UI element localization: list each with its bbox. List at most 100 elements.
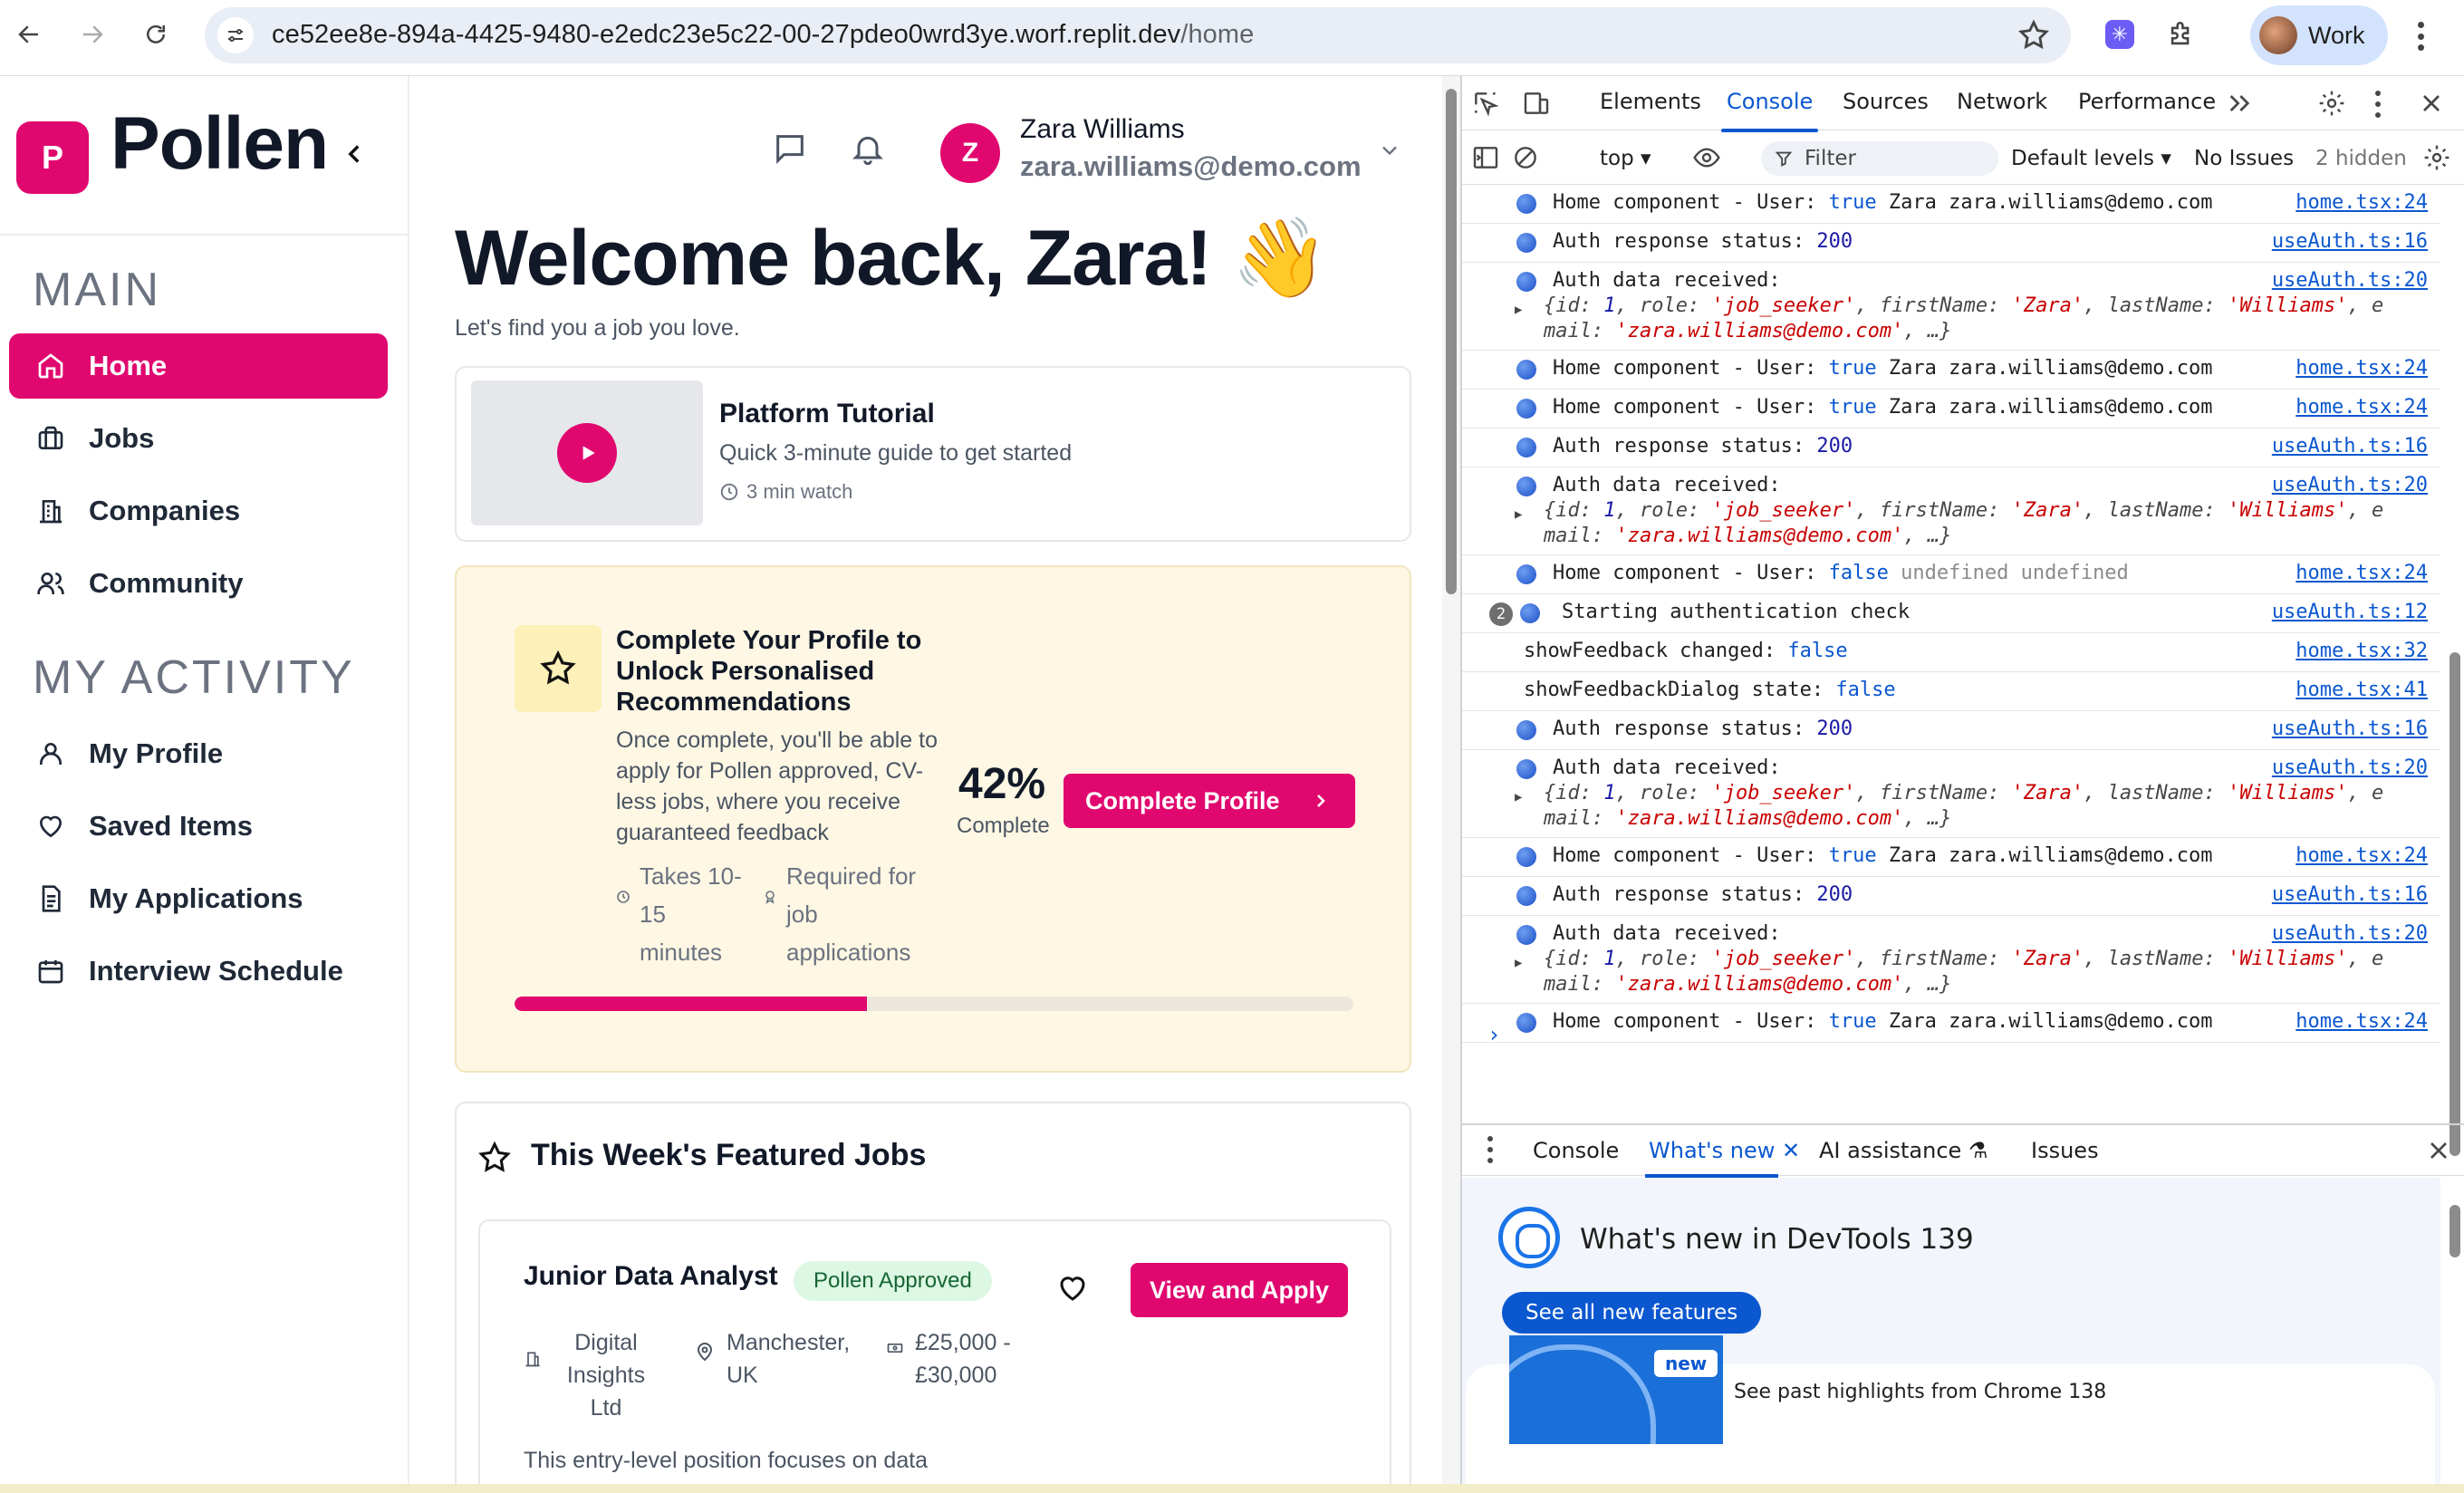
sidebar-item-community[interactable]: Community — [9, 551, 388, 616]
drawer-menu-icon[interactable] — [1487, 1136, 1495, 1163]
log-source-link[interactable]: home.tsx:32 — [2296, 639, 2428, 664]
user-name[interactable]: Zara Williams — [1020, 114, 1185, 145]
url-text[interactable]: ce52ee8e-894a-4425-9480-e2edc23e5c22-00-… — [272, 20, 1254, 50]
sidebar-item-saved-items[interactable]: Saved Items — [9, 794, 388, 859]
video-thumbnail[interactable] — [471, 380, 703, 525]
log-source-link[interactable]: home.tsx:41 — [2296, 678, 2428, 703]
back-arrow-icon[interactable] — [7, 13, 51, 56]
console-settings-icon[interactable] — [2422, 143, 2451, 172]
log-source-link[interactable]: useAuth.ts:12 — [2272, 600, 2428, 625]
tab-elements[interactable]: Elements — [1600, 89, 1701, 114]
tutorial-card[interactable]: Platform Tutorial Quick 3-minute guide t… — [455, 366, 1411, 542]
profile-button[interactable]: Work — [2250, 5, 2388, 65]
log-source-link[interactable]: useAuth.ts:20 — [2272, 756, 2428, 781]
highlight-thumbnail[interactable]: new — [1509, 1335, 1723, 1444]
log-object-preview[interactable]: {id: 1, role: 'job_seeker', firstName: '… — [1515, 498, 2440, 527]
chevron-down-icon[interactable] — [1377, 138, 1402, 163]
play-icon[interactable] — [557, 423, 617, 483]
log-source-link[interactable]: home.tsx:24 — [2296, 1009, 2428, 1035]
highlight-link[interactable]: See past highlights from Chrome 138 — [1734, 1381, 2106, 1403]
drawer-tab-ai-assistance[interactable]: AI assistance ⚗ — [1819, 1138, 1988, 1163]
featured-jobs-card: This Week's Featured Jobs Junior Data An… — [455, 1102, 1411, 1484]
drawer-scrollbar[interactable] — [2444, 1178, 2464, 1486]
sidebar-item-home[interactable]: Home — [9, 333, 388, 399]
drawer-tab-whats-new[interactable]: What's new ✕ — [1644, 1138, 1800, 1178]
log-source-link[interactable]: useAuth.ts:16 — [2272, 717, 2428, 742]
log-source-link[interactable]: useAuth.ts:20 — [2272, 921, 2428, 947]
filter-input[interactable]: Filter — [1761, 141, 1998, 176]
tab-performance[interactable]: Performance — [2078, 89, 2216, 114]
log-source-link[interactable]: home.tsx:24 — [2296, 843, 2428, 869]
tutorial-title: Platform Tutorial — [719, 399, 935, 429]
sidebar-item-my-applications[interactable]: My Applications — [9, 866, 388, 931]
extension-icon[interactable]: ✳ — [2100, 14, 2140, 54]
forward-arrow-icon[interactable] — [71, 13, 114, 56]
sidebar-item-companies[interactable]: Companies — [9, 478, 388, 544]
browser-menu-icon[interactable] — [2402, 16, 2439, 56]
reload-icon[interactable] — [134, 13, 178, 56]
log-info-icon — [1516, 233, 1536, 253]
device-toolbar-icon[interactable] — [1522, 89, 1551, 118]
close-tab-icon[interactable]: ✕ — [1782, 1138, 1800, 1163]
job-card[interactable]: Junior Data Analyst Pollen Approved View… — [478, 1219, 1391, 1484]
drawer-tab-console[interactable]: Console — [1533, 1138, 1619, 1163]
log-object-preview[interactable]: {id: 1, role: 'job_seeker', firstName: '… — [1515, 781, 2440, 810]
sidebar-item-my-profile[interactable]: My Profile — [9, 721, 388, 786]
save-heart-icon[interactable] — [1056, 1272, 1089, 1305]
site-settings-icon[interactable] — [217, 17, 254, 53]
address-bar[interactable]: ce52ee8e-894a-4425-9480-e2edc23e5c22-00-… — [205, 7, 2071, 63]
scrollbar-thumb[interactable] — [2450, 652, 2460, 1156]
see-all-features-button[interactable]: See all new features — [1502, 1292, 1762, 1334]
console-log-row: Auth response status: 200 useAuth.ts:16 — [1462, 877, 2440, 916]
url-path: /home — [1180, 20, 1255, 49]
eye-icon[interactable] — [1692, 143, 1721, 172]
console-prompt-icon[interactable]: › — [1487, 1022, 1500, 1047]
complete-profile-button[interactable]: Complete Profile — [1064, 774, 1355, 828]
scrollbar-thumb[interactable] — [2450, 1205, 2460, 1257]
view-and-apply-button[interactable]: View and Apply — [1131, 1263, 1348, 1317]
bookmark-star-icon[interactable] — [2016, 18, 2051, 53]
tab-console[interactable]: Console — [1720, 89, 1819, 132]
tab-network[interactable]: Network — [1957, 89, 2047, 114]
console-scrollbar[interactable] — [2444, 185, 2464, 1156]
clear-console-icon[interactable] — [1511, 143, 1540, 172]
log-source-link[interactable]: home.tsx:24 — [2296, 356, 2428, 381]
messages-icon[interactable] — [772, 130, 808, 167]
sidebar-item-jobs[interactable]: Jobs — [9, 406, 388, 471]
more-tabs-icon[interactable] — [2225, 89, 2254, 118]
log-info-icon — [1516, 399, 1536, 419]
log-levels-select[interactable]: Default levels ▾ — [2011, 147, 2171, 170]
sidebar-item-interview-schedule[interactable]: Interview Schedule — [9, 939, 388, 1004]
sidebar-toggle-icon[interactable] — [1471, 143, 1500, 172]
job-title[interactable]: Junior Data Analyst — [524, 1261, 778, 1292]
log-source-link[interactable]: useAuth.ts:16 — [2272, 434, 2428, 459]
log-source-link[interactable]: home.tsx:24 — [2296, 395, 2428, 420]
collapse-sidebar-icon[interactable] — [339, 136, 370, 172]
log-source-link[interactable]: useAuth.ts:16 — [2272, 229, 2428, 255]
log-object-preview[interactable]: {id: 1, role: 'job_seeker', firstName: '… — [1515, 947, 2440, 976]
devtools-menu-icon[interactable] — [2375, 91, 2382, 118]
job-company: Digital Insights Ltd — [524, 1326, 659, 1424]
log-source-link[interactable]: home.tsx:24 — [2296, 561, 2428, 586]
log-object-preview[interactable]: {id: 1, role: 'job_seeker', firstName: '… — [1515, 294, 2440, 323]
log-source-link[interactable]: useAuth.ts:20 — [2272, 268, 2428, 294]
bell-icon[interactable] — [850, 130, 886, 167]
drawer-tab-issues[interactable]: Issues — [2031, 1138, 2099, 1163]
close-icon[interactable] — [2417, 89, 2446, 118]
context-select[interactable]: top ▾ — [1600, 147, 1651, 170]
log-source-link[interactable]: home.tsx:24 — [2296, 190, 2428, 216]
inspect-element-icon[interactable] — [1471, 89, 1500, 118]
user-email[interactable]: zara.williams@demo.com — [1020, 150, 1362, 183]
brand-name[interactable]: Pollen — [111, 101, 329, 187]
page-scrollbar[interactable] — [1442, 76, 1460, 1484]
issues-counter[interactable]: No Issues — [2194, 147, 2294, 170]
context-label: top — [1600, 147, 1634, 170]
log-source-link[interactable]: useAuth.ts:20 — [2272, 473, 2428, 498]
close-drawer-icon[interactable] — [2424, 1136, 2453, 1165]
gear-icon[interactable] — [2317, 89, 2346, 118]
scrollbar-thumb[interactable] — [1446, 89, 1457, 594]
tab-sources[interactable]: Sources — [1843, 89, 1929, 114]
avatar[interactable]: Z — [940, 123, 1000, 183]
extensions-puzzle-icon[interactable] — [2161, 14, 2201, 54]
log-source-link[interactable]: useAuth.ts:16 — [2272, 882, 2428, 908]
